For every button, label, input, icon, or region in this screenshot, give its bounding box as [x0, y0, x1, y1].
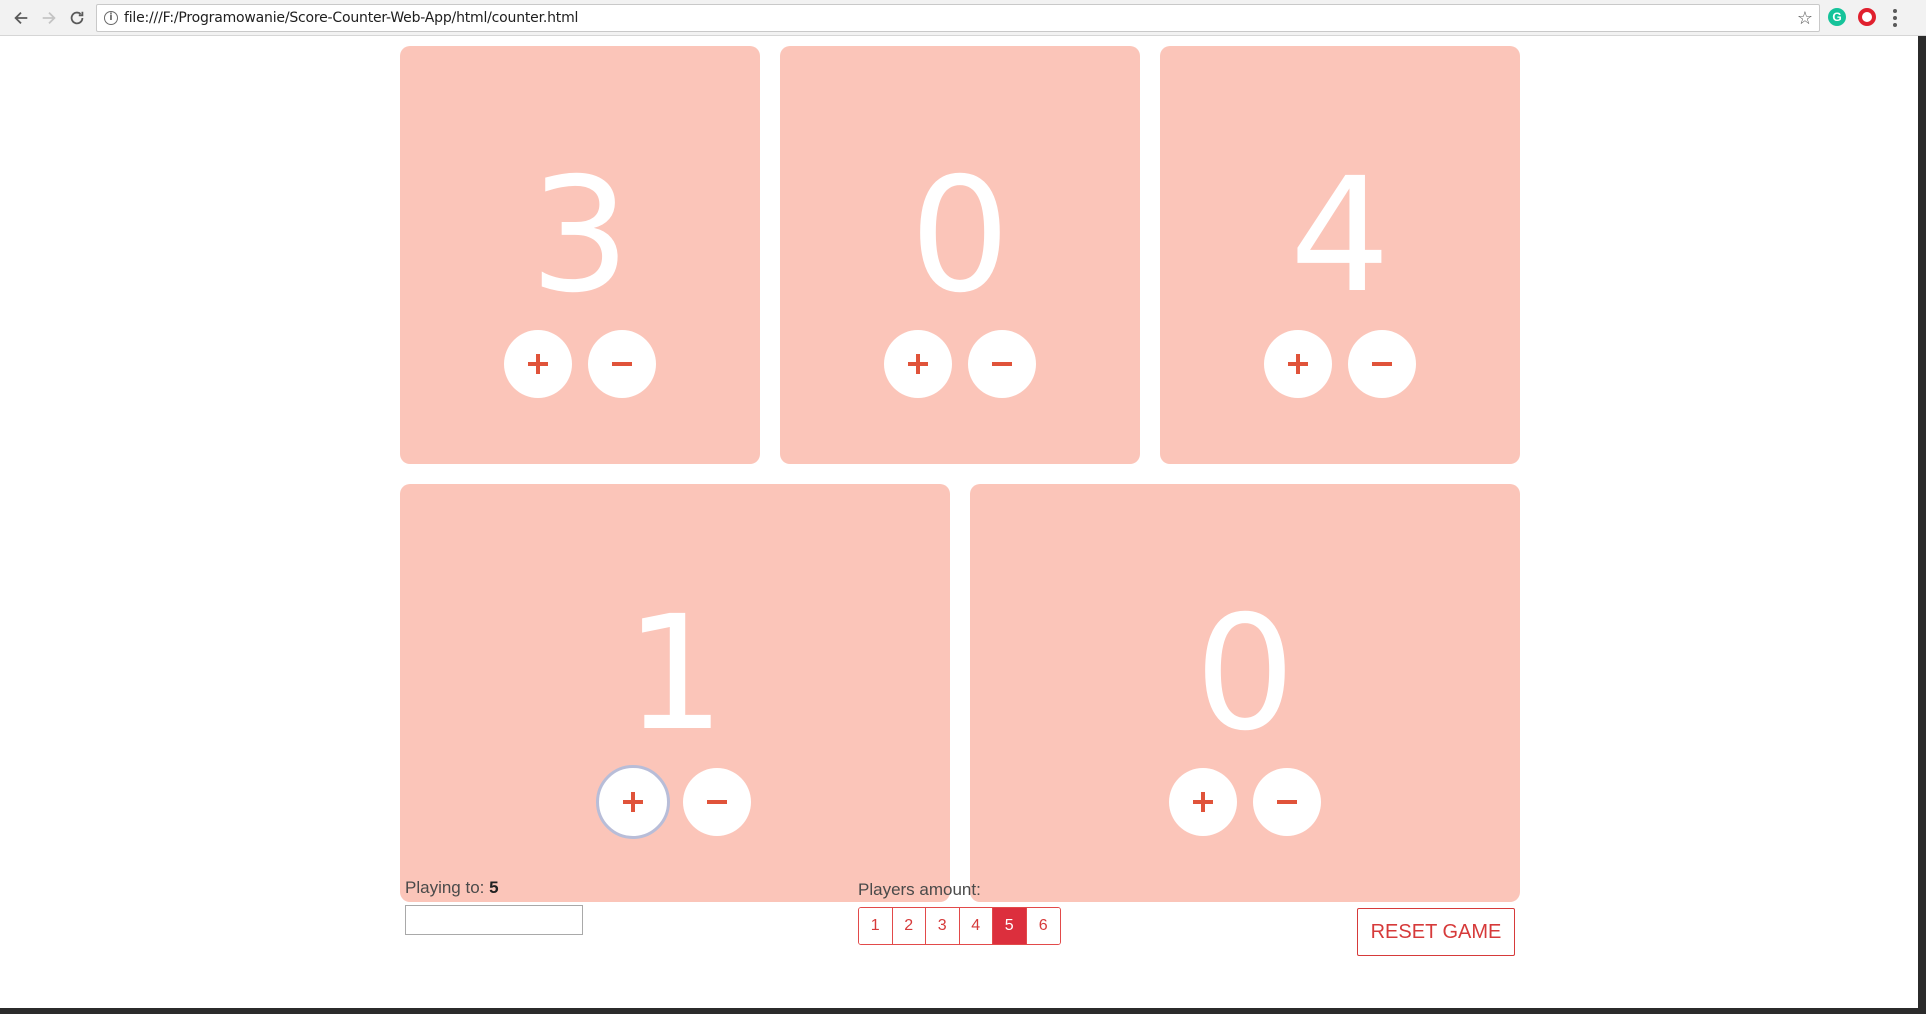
info-icon[interactable]: i: [104, 11, 118, 25]
minus-icon: [707, 800, 727, 804]
playing-to-input[interactable]: [405, 905, 583, 935]
playing-to-text: Playing to:: [405, 878, 485, 897]
score-board: 3 0 4 1 0: [0, 36, 1918, 1008]
player-score: 3: [529, 144, 631, 328]
playing-to-value: 5: [489, 878, 499, 897]
players-amount-selector: 1 2 3 4 5 6: [858, 907, 1061, 945]
bookmark-star-icon[interactable]: ☆: [1797, 8, 1813, 29]
minus-icon: [1372, 362, 1392, 366]
player-card: 1: [400, 484, 950, 902]
minus-icon: [612, 362, 632, 366]
player-score: 4: [1289, 144, 1391, 328]
player-card: 0: [970, 484, 1520, 902]
increment-button[interactable]: [884, 330, 952, 398]
decrement-button[interactable]: [1348, 330, 1416, 398]
plus-icon: [623, 792, 643, 812]
grammarly-extension-icon[interactable]: G: [1828, 8, 1846, 26]
back-arrow-icon[interactable]: [8, 5, 34, 31]
minus-icon: [992, 362, 1012, 366]
browser-menu-icon[interactable]: [1893, 9, 1897, 27]
players-option-3[interactable]: 3: [926, 908, 960, 944]
forward-arrow-icon[interactable]: [36, 5, 62, 31]
increment-button[interactable]: [1169, 768, 1237, 836]
plus-icon: [528, 354, 548, 374]
opera-extension-icon[interactable]: [1858, 8, 1876, 26]
player-score: 0: [1194, 582, 1296, 766]
decrement-button[interactable]: [1253, 768, 1321, 836]
window-bottom-edge: [0, 1008, 1926, 1014]
plus-icon: [908, 354, 928, 374]
players-amount-label: Players amount:: [858, 880, 981, 899]
plus-icon: [1193, 792, 1213, 812]
player-score: 1: [624, 582, 726, 766]
players-option-4[interactable]: 4: [959, 908, 993, 944]
player-card: 4: [1160, 46, 1520, 464]
decrement-button[interactable]: [588, 330, 656, 398]
player-score: 0: [909, 144, 1011, 328]
players-option-2[interactable]: 2: [892, 908, 926, 944]
minus-icon: [1277, 800, 1297, 804]
address-bar[interactable]: i file:///F:/Programowanie/Score-Counter…: [96, 4, 1820, 32]
decrement-button[interactable]: [683, 768, 751, 836]
browser-toolbar: i file:///F:/Programowanie/Score-Counter…: [0, 0, 1926, 36]
players-option-5[interactable]: 5: [993, 908, 1027, 944]
increment-button[interactable]: [596, 765, 670, 839]
player-card: 0: [780, 46, 1140, 464]
plus-icon: [1288, 354, 1308, 374]
increment-button[interactable]: [1264, 330, 1332, 398]
reload-icon[interactable]: [64, 5, 90, 31]
scrollbar[interactable]: [1918, 36, 1926, 1014]
players-option-1[interactable]: 1: [859, 908, 893, 944]
increment-button[interactable]: [504, 330, 572, 398]
url-text: file:///F:/Programowanie/Score-Counter-W…: [124, 10, 579, 26]
player-card: 3: [400, 46, 760, 464]
decrement-button[interactable]: [968, 330, 1036, 398]
playing-to-label: Playing to: 5: [405, 878, 499, 898]
players-option-6[interactable]: 6: [1026, 908, 1060, 944]
reset-game-button[interactable]: RESET GAME: [1357, 908, 1515, 956]
